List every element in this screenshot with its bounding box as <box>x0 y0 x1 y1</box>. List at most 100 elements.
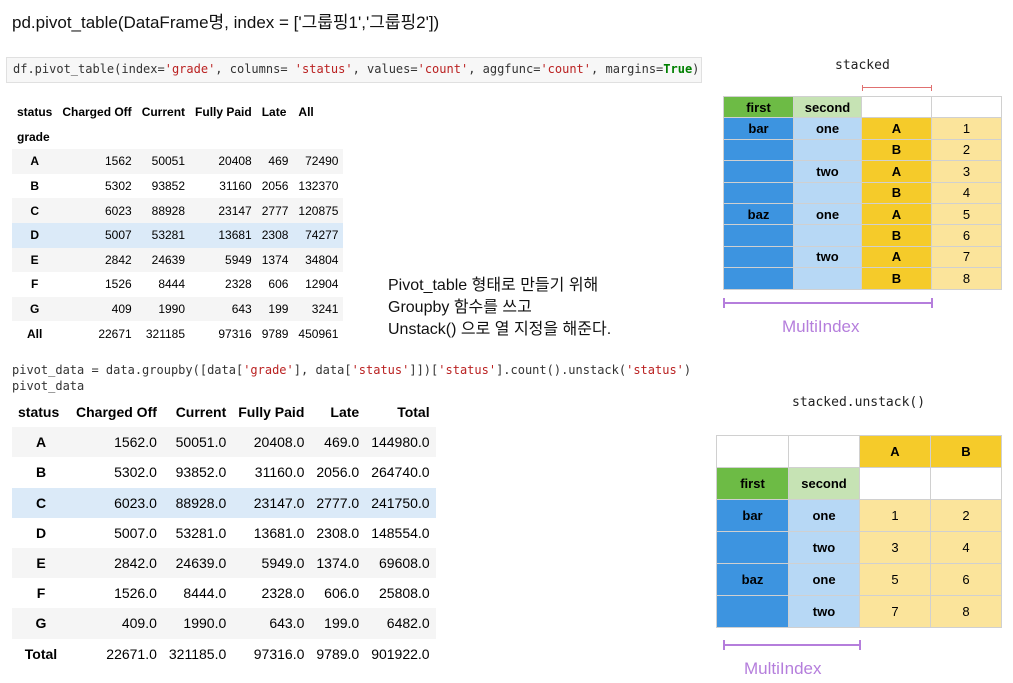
table-cell: 23147 <box>218 203 252 218</box>
code-string: 'grade' <box>243 363 294 377</box>
column-header: Late <box>330 404 360 421</box>
code-text: ], data[ <box>293 363 352 377</box>
row-index: F <box>31 277 39 292</box>
table-cell: 53281.0 <box>175 524 227 541</box>
table-cell: 23147.0 <box>253 494 305 511</box>
letter-cell: A <box>861 245 932 269</box>
note-line: Groupby 함수를 쓰고 <box>388 299 532 316</box>
stacked-diagram: first second bar one A 1 B 2 two A 3 B 4… <box>723 95 1002 290</box>
page-heading: pd.pivot_table(DataFrame명, index = ['그룹핑… <box>12 13 440 32</box>
unstack-table-output: status Charged Off Current Fully Paid La… <box>12 397 436 669</box>
code-string: 'status' <box>438 363 497 377</box>
first-blank <box>723 160 794 183</box>
second-blank <box>793 224 862 247</box>
value-cell: 3 <box>931 160 1002 183</box>
row-index: B <box>35 464 47 481</box>
table-cell: 9789 <box>261 326 289 341</box>
value-cell: 6 <box>931 224 1002 247</box>
column-header: Charged Off <box>76 404 157 421</box>
table-cell: 120875 <box>298 203 339 218</box>
table-cell: 31160.0 <box>254 464 305 481</box>
code-string: 'status' <box>351 363 410 377</box>
table-row: A 1562.0 50051.0 20408.0 469.0 144980.0 <box>12 427 436 458</box>
value-cell: 5 <box>859 563 931 596</box>
row-index: G <box>30 302 40 317</box>
column-header: Current <box>175 404 227 421</box>
column-header: status <box>18 404 60 421</box>
table-cell: 5302 <box>104 179 132 194</box>
letter-cell: B <box>861 224 932 247</box>
row-index: A <box>35 434 47 451</box>
value-cell: 3 <box>859 531 931 564</box>
table-cell: 6023.0 <box>114 494 157 511</box>
code-text: ]])[ <box>409 363 439 377</box>
empty-cell <box>859 467 931 500</box>
code-string: 'status' <box>626 363 684 377</box>
table-cell: 144980.0 <box>371 434 430 451</box>
row-index: Total <box>24 645 58 662</box>
table-cell: 469 <box>268 154 289 169</box>
groupby-code-cell[interactable]: pivot_data = data.groupby([data['grade']… <box>6 360 691 398</box>
table-row: F 1526 8444 2328 606 12904 <box>12 272 343 297</box>
table-cell: 3241 <box>311 302 339 317</box>
table-cell: 9789.0 <box>316 645 360 662</box>
index-name: grade <box>17 129 50 144</box>
row-index: F <box>36 585 46 602</box>
table-cell: 2842.0 <box>114 555 157 572</box>
table-cell: 74277 <box>305 228 339 243</box>
table-cell: 2842 <box>104 252 132 267</box>
value-cell: 8 <box>930 595 1002 628</box>
second-label: two <box>788 595 860 628</box>
table-cell: 264740.0 <box>371 464 430 481</box>
code-text: ) <box>692 62 700 76</box>
code-text: , values= <box>352 62 418 76</box>
table-cell: 148554.0 <box>371 524 430 541</box>
code-text: , margins= <box>591 62 664 76</box>
table-cell: 606 <box>268 277 289 292</box>
table-row: C 6023.0 88928.0 23147.0 2777.0 241750.0 <box>12 487 436 518</box>
table-cell: 2777.0 <box>316 494 360 511</box>
table-cell: 24639 <box>151 252 186 267</box>
table-row: D 5007.0 53281.0 13681.0 2308.0 148554.0 <box>12 518 436 548</box>
row-index: All <box>27 326 43 341</box>
table-cell: 5949.0 <box>261 555 305 572</box>
table-cell: 1990.0 <box>183 615 227 632</box>
value-cell: 6 <box>930 563 1002 596</box>
column-header: status <box>17 105 53 120</box>
table-cell: 2328.0 <box>261 585 305 602</box>
row-index: E <box>30 252 39 267</box>
table-cell: 199 <box>268 302 289 317</box>
table-cell: 88928 <box>151 203 186 218</box>
table-cell: 20408 <box>218 154 252 169</box>
table-cell: 72490 <box>305 154 339 169</box>
column-label: B <box>930 435 1002 468</box>
second-label: two <box>793 160 862 183</box>
second-label: two <box>788 531 860 564</box>
second-blank <box>793 138 862 162</box>
table-cell: 643.0 <box>269 615 305 632</box>
first-blank <box>716 595 789 628</box>
first-blank <box>716 531 789 564</box>
empty-cell <box>931 95 1002 119</box>
code-keyword: True <box>663 62 693 76</box>
letter-cell: A <box>861 160 932 183</box>
value-cell: 2 <box>930 499 1002 532</box>
pivot-table-output: status Charged Off Current Fully Paid La… <box>12 100 344 346</box>
explanation-note: Pivot_table 형태로 만들기 위해 Groupby 함수를 쓰고 Un… <box>388 275 611 341</box>
value-cell: 2 <box>931 138 1002 162</box>
second-blank <box>793 267 862 290</box>
column-header: Fully Paid <box>238 404 305 421</box>
table-cell: 34804 <box>305 252 339 267</box>
pivot-table-code-cell[interactable]: df.pivot_table(index='grade', columns= '… <box>6 57 702 83</box>
table-row: B 5302.0 93852.0 31160.0 2056.0 264740.0 <box>12 457 436 487</box>
table-row: A 1562 50051 20408 469 72490 <box>12 149 344 174</box>
code-string: 'count' <box>417 62 469 76</box>
table-cell: 5302.0 <box>114 464 157 481</box>
code-text: , aggfunc= <box>468 62 541 76</box>
empty-cell <box>861 95 932 119</box>
row-index: A <box>30 154 39 169</box>
table-cell: 2308 <box>261 228 289 243</box>
table-row: B 5302 93852 31160 2056 132370 <box>12 174 343 199</box>
table-cell: 2056.0 <box>316 464 360 481</box>
table-cell: 1374 <box>261 252 289 267</box>
